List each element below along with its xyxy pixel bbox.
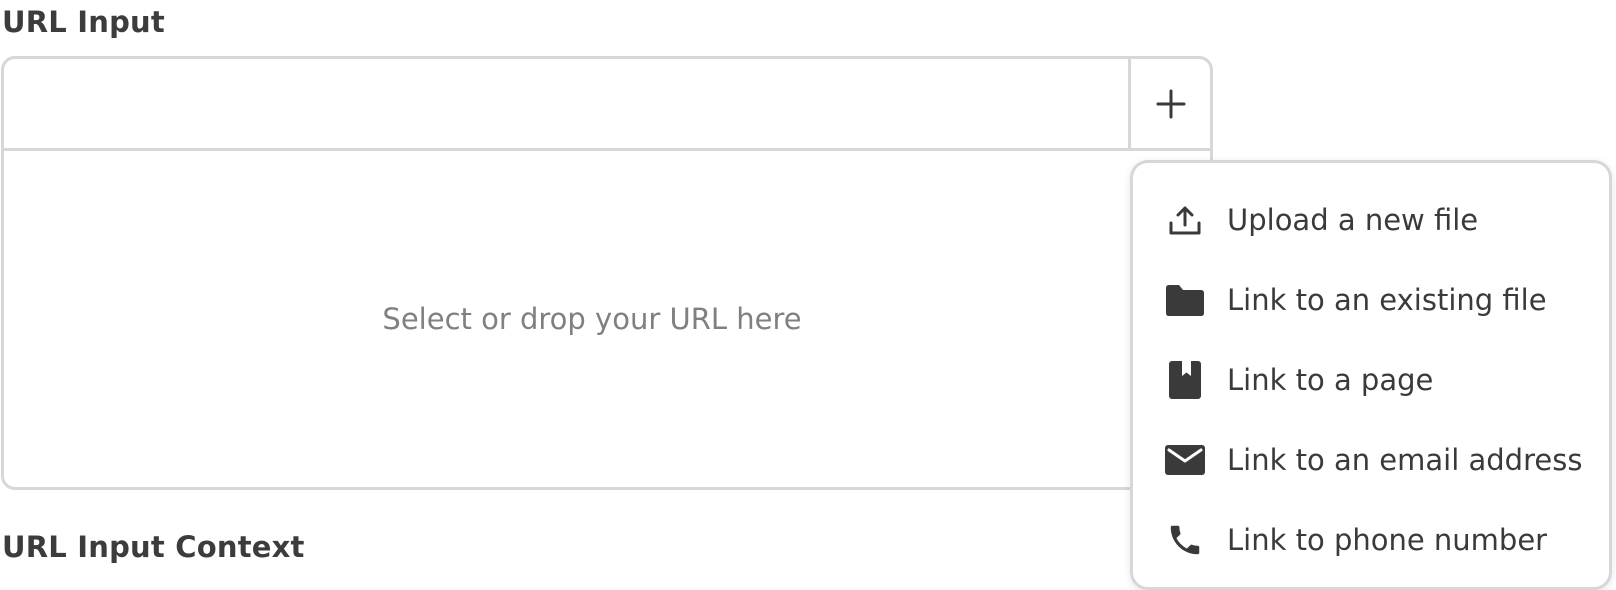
menu-item-phone[interactable]: Link to phone number <box>1133 500 1609 580</box>
menu-item-label: Link to phone number <box>1227 523 1548 557</box>
url-text-input[interactable] <box>4 59 1132 148</box>
envelope-icon <box>1165 440 1205 480</box>
plus-icon <box>1156 89 1185 118</box>
menu-item-upload-file[interactable]: Upload a new file <box>1133 180 1609 260</box>
menu-item-label: Link to an existing file <box>1227 283 1547 317</box>
menu-item-existing-file[interactable]: Link to an existing file <box>1133 260 1609 340</box>
url-dropzone[interactable]: Select or drop your URL here <box>4 151 1210 487</box>
url-input-row <box>4 59 1210 151</box>
url-input-label: URL Input <box>2 5 165 39</box>
page-bookmark-icon <box>1165 360 1205 400</box>
add-link-button[interactable] <box>1128 59 1210 148</box>
menu-item-link-page[interactable]: Link to a page <box>1133 340 1609 420</box>
link-options-menu: Upload a new file Link to an existing fi… <box>1130 160 1612 590</box>
menu-item-label: Upload a new file <box>1227 203 1479 237</box>
menu-item-label: Link to a page <box>1227 363 1434 397</box>
page: URL Input Select or drop your URL here U… <box>0 0 1616 590</box>
phone-icon <box>1165 520 1205 560</box>
folder-icon <box>1165 280 1205 320</box>
upload-icon <box>1165 200 1205 240</box>
url-input-context-label: URL Input Context <box>2 530 305 564</box>
menu-item-email[interactable]: Link to an email address <box>1133 420 1609 500</box>
menu-item-label: Link to an email address <box>1227 443 1583 477</box>
dropzone-text: Select or drop your URL here <box>382 302 802 336</box>
url-input-field: Select or drop your URL here <box>1 56 1213 490</box>
